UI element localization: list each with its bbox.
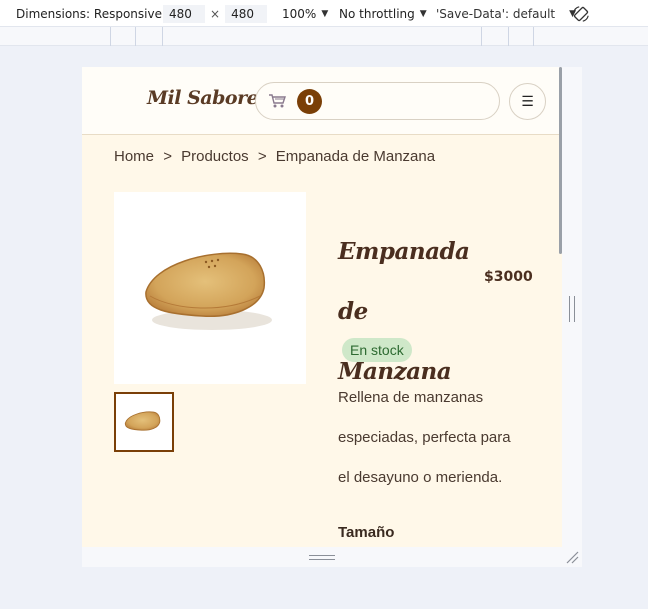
media-query-ruler [0, 27, 648, 46]
product-price: $3000 [484, 269, 533, 285]
breadcrumb-home[interactable]: Home [114, 148, 154, 165]
resize-handle-right[interactable] [569, 296, 575, 322]
site-logo[interactable]: Mil Sabores [147, 87, 269, 109]
size-label: Tamaño [338, 524, 395, 541]
save-data-label: 'Save-Data': default [436, 6, 556, 21]
emulated-viewport: Mil Sabores 0 ☰ Home > Productos > Empan… [82, 67, 562, 547]
resize-corner-icon[interactable] [565, 550, 579, 564]
menu-button[interactable]: ☰ [509, 83, 546, 120]
product-description: Rellena de manzanas especiadas, perfecta… [338, 378, 538, 498]
resize-handle-bottom[interactable] [309, 555, 335, 560]
throttling-dropdown[interactable]: No throttling ▼ [339, 0, 427, 27]
rotate-icon [573, 5, 589, 22]
cart-button[interactable]: 0 [255, 82, 500, 120]
stock-badge: En stock [342, 338, 412, 362]
devtools-device-toolbar: Dimensions: Responsive ▼ 480 × 480 100% … [0, 0, 648, 27]
dimensions-label: Dimensions: Responsive [16, 6, 162, 21]
zoom-label: 100% [282, 6, 317, 21]
breadcrumb: Home > Productos > Empanada de Manzana [114, 148, 440, 165]
product-image [114, 192, 306, 384]
description-line: especiadas, perfecta para [338, 429, 511, 446]
throttling-label: No throttling [339, 6, 415, 21]
chevron-down-icon: ▼ [419, 8, 427, 19]
empanada-image [145, 252, 272, 330]
times-symbol: × [210, 6, 221, 21]
save-data-dropdown[interactable]: 'Save-Data': default ▼ [436, 0, 576, 27]
empanada-thumbnail-image [124, 411, 161, 431]
breadcrumb-current: Empanada de Manzana [275, 148, 436, 165]
breadcrumb-separator: > [257, 148, 267, 165]
breadcrumb-productos[interactable]: Productos [181, 148, 249, 165]
height-input[interactable]: 480 [225, 4, 268, 23]
cart-icon [269, 94, 286, 108]
zoom-dropdown[interactable]: 100% ▼ [282, 0, 328, 27]
width-input[interactable]: 480 [163, 4, 205, 23]
product-thumbnail[interactable] [114, 392, 174, 452]
dimensions-dropdown[interactable]: Dimensions: Responsive ▼ [16, 0, 174, 27]
site-header: Mil Sabores 0 ☰ [82, 67, 562, 135]
product-title-line: Empanada [338, 238, 470, 265]
hamburger-icon: ☰ [521, 93, 534, 110]
product-title: Empanada de Manzana [338, 222, 478, 402]
description-line: el desayuno o merienda. [338, 469, 503, 486]
breadcrumb-separator: > [163, 148, 172, 165]
description-line: Rellena de manzanas [338, 389, 484, 406]
cart-count-badge: 0 [297, 89, 322, 114]
chevron-down-icon: ▼ [321, 8, 329, 19]
scrollbar-thumb[interactable] [559, 67, 562, 254]
rotate-button[interactable] [572, 0, 590, 27]
